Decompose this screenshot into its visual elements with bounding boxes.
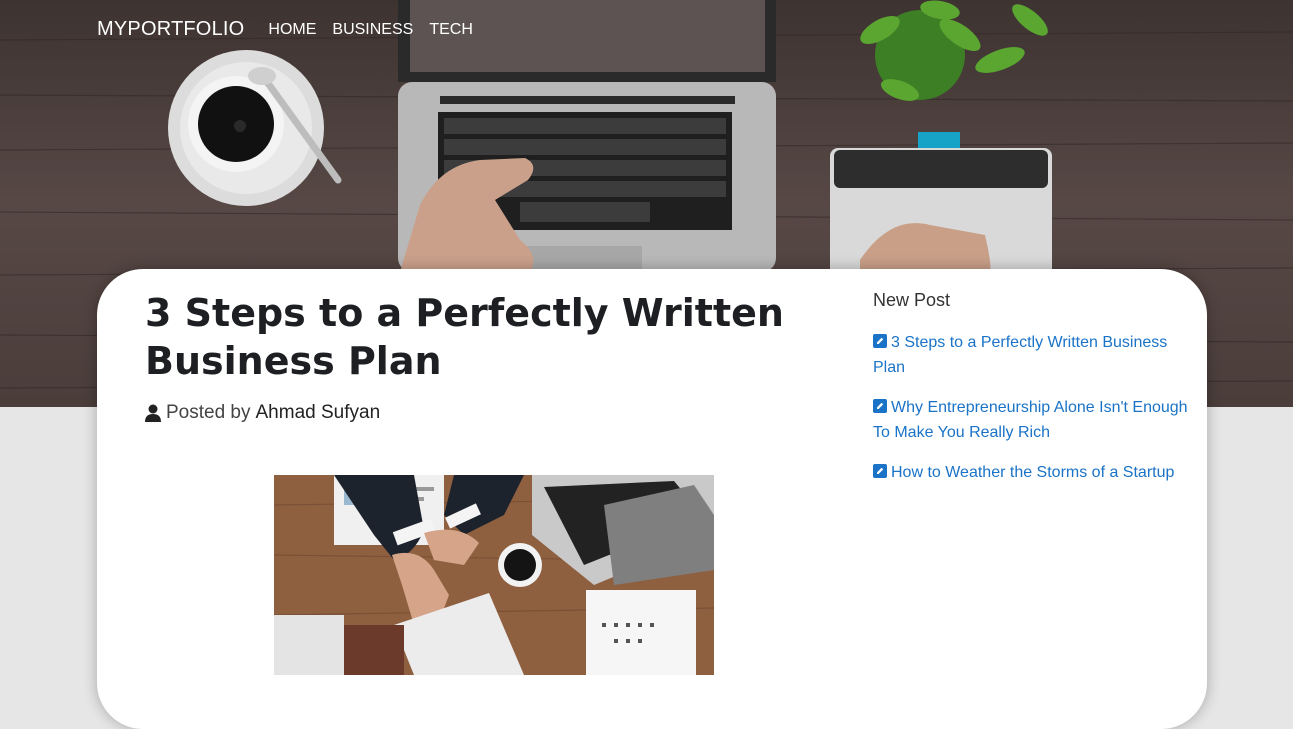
sidebar: New Post 3 Steps to a Perfectly Written … [873, 290, 1203, 502]
sidebar-post-link[interactable]: How to Weather the Storms of a Startup [873, 461, 1203, 486]
sidebar-title: New Post [873, 290, 951, 310]
nav-link-tech[interactable]: TECH [429, 21, 473, 39]
navbar: MYPORTFOLIO HOME BUSINESS TECH [97, 18, 489, 41]
edit-square-icon [873, 397, 887, 421]
brand-logo[interactable]: MYPORTFOLIO [97, 18, 244, 41]
author-name: Ahmad Sufyan [255, 402, 381, 423]
nav-link-business[interactable]: BUSINESS [332, 21, 413, 39]
sidebar-post-title[interactable]: Why Entrepreneurship Alone Isn't Enough … [873, 399, 1188, 441]
posted-by-label: Posted by [166, 402, 251, 423]
nav-link-home[interactable]: HOME [268, 21, 316, 39]
edit-square-icon [873, 462, 887, 486]
sidebar-post-link[interactable]: Why Entrepreneurship Alone Isn't Enough … [873, 396, 1203, 445]
sidebar-post-link[interactable]: 3 Steps to a Perfectly Written Business … [873, 331, 1203, 380]
sidebar-post-title[interactable]: 3 Steps to a Perfectly Written Business … [873, 334, 1167, 376]
content-card: 3 Steps to a Perfectly Written Business … [97, 269, 1207, 729]
post-byline: Posted by Ahmad Sufyan [145, 402, 380, 424]
edit-square-icon [873, 332, 887, 356]
sidebar-post-title[interactable]: How to Weather the Storms of a Startup [891, 464, 1174, 481]
post-title: 3 Steps to a Perfectly Written Business … [145, 291, 784, 383]
user-icon [145, 404, 161, 422]
post-featured-image [274, 475, 714, 675]
